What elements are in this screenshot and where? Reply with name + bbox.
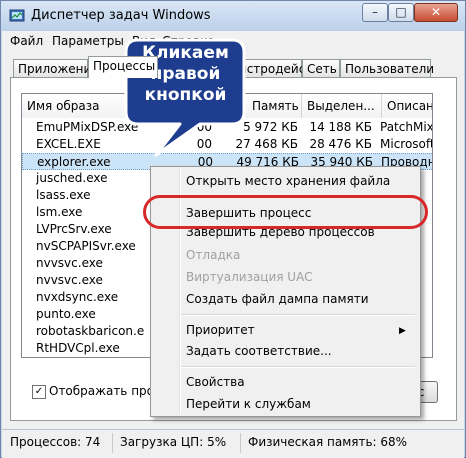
tab-users[interactable]: Пользователи	[340, 59, 434, 77]
ctx-open-file-location[interactable]: Открыть место хранения файла	[186, 174, 390, 188]
window-title: Диспетчер задач Windows	[31, 8, 211, 23]
context-menu-separator	[181, 366, 415, 368]
cell-name: nvvsvc.exe	[36, 256, 103, 270]
status-processes: Процессов: 74	[10, 435, 101, 449]
cell-peak: 28 476 КБ	[309, 137, 372, 151]
table-row[interactable]: EXCEL.EXE 00 27 468 КБ 28 476 КБ Microsoft	[22, 136, 433, 153]
status-divider	[112, 433, 113, 453]
cell-user: 00	[196, 120, 212, 134]
status-memory: Физическая память: 68%	[248, 435, 408, 449]
cell-name: explorer.exe	[37, 155, 111, 169]
cell-peak: 14 188 КБ	[309, 120, 372, 134]
cell-name: nvxdsync.exe	[36, 290, 119, 304]
checkbox-box[interactable]: ✓	[32, 384, 46, 399]
cell-memory: 27 468 КБ	[235, 137, 298, 151]
cell-name: punto.exe	[36, 307, 96, 321]
cell-name: nvvsvc.exe	[36, 273, 103, 287]
menu-file[interactable]: Файл	[10, 34, 43, 48]
ctx-go-to-services[interactable]: Перейти к службам	[186, 397, 311, 411]
cell-name: lsass.exe	[36, 188, 91, 202]
tab-processes[interactable]: Процессы	[88, 56, 158, 78]
ctx-set-affinity[interactable]: Задать соответствие...	[186, 344, 332, 358]
cell-desc: Microsoft	[380, 137, 433, 151]
cell-desc: PatchMix I	[380, 120, 433, 134]
cell-name: lsm.exe	[36, 205, 83, 219]
cell-name: RtHDVCpl.exe	[36, 341, 120, 355]
ctx-debug: Отладка	[186, 248, 241, 262]
cell-name: nvSCPAPISvr.exe	[36, 239, 136, 253]
status-cpu: Загрузка ЦП: 5%	[120, 435, 227, 449]
table-row[interactable]: EmuPMixDSP.exe 00 5 972 КБ 14 188 КБ PatchMi…	[22, 119, 433, 136]
tab-network[interactable]: Сеть	[302, 59, 340, 77]
status-divider	[240, 433, 241, 453]
cell-name: LVPrcSrv.exe	[36, 222, 112, 236]
close-button[interactable]: ✕	[414, 3, 458, 22]
cell-name: robotaskbaricon.exe	[36, 324, 144, 338]
end-process-highlight	[143, 195, 428, 229]
ctx-priority[interactable]: Приоритет	[186, 323, 255, 337]
status-bar: Процессов: 74 Загрузка ЦП: 5% Физическая…	[2, 429, 464, 458]
cell-user: 00	[196, 137, 212, 151]
cell-name: EmuPMixDSP.exe	[36, 120, 139, 134]
cell-memory: 5 972 КБ	[243, 120, 298, 134]
menu-options[interactable]: Параметры	[52, 34, 124, 48]
ctx-properties[interactable]: Свойства	[186, 375, 245, 389]
maximize-button[interactable]: □	[388, 3, 414, 22]
column-peak[interactable]: Выделен...	[302, 94, 382, 118]
cell-name: EXCEL.EXE	[36, 137, 101, 151]
ctx-create-dump[interactable]: Создать файл дампа памяти	[186, 292, 369, 306]
cell-name: jusched.exe	[36, 171, 108, 185]
submenu-arrow-icon: ▶	[399, 326, 406, 336]
task-manager-icon	[9, 9, 25, 22]
tab-applications[interactable]: Приложения	[13, 59, 99, 77]
callout-line: кнопкой	[144, 85, 227, 105]
title-bar[interactable]: Диспетчер задач Windows – □ ✕	[1, 1, 465, 31]
context-menu-separator	[181, 314, 415, 316]
minimize-button[interactable]: –	[362, 3, 388, 22]
ctx-uac-virtualization: Виртуализация UAC	[186, 270, 313, 284]
column-description[interactable]: Описание	[382, 94, 432, 118]
